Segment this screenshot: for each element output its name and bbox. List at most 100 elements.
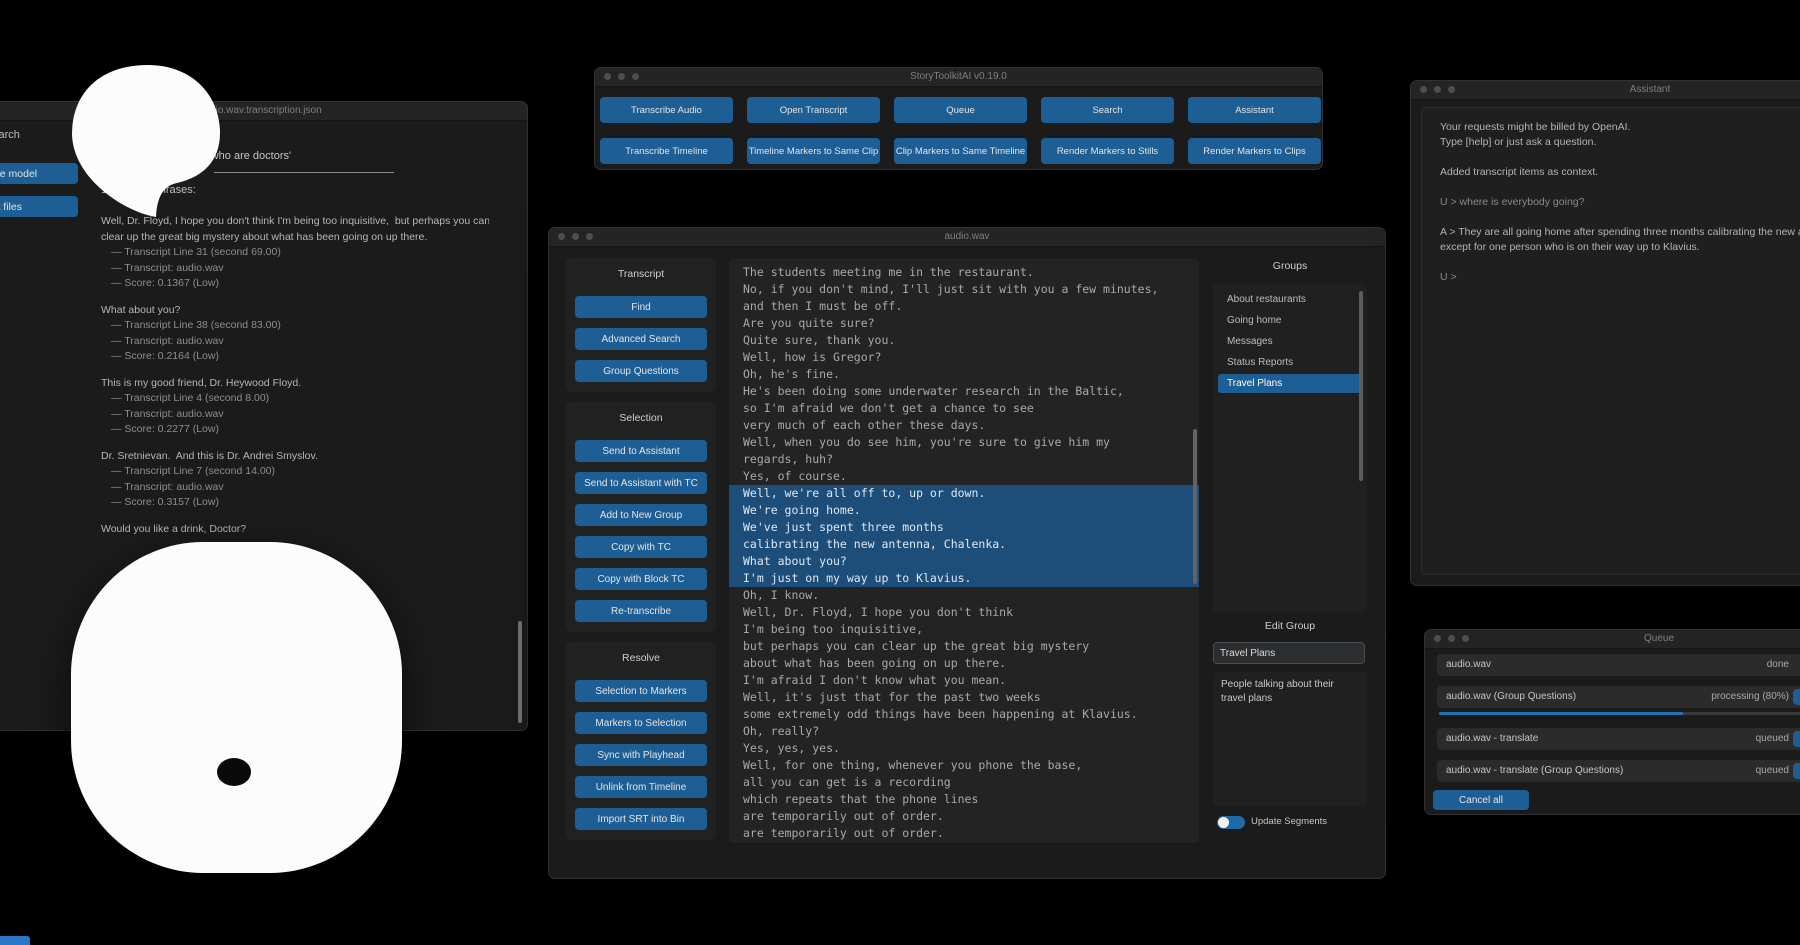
search-scrollbar[interactable]: [518, 621, 522, 723]
launcher-button[interactable]: Render Markers to Clips: [1188, 138, 1321, 164]
search-result-line: — Transcript Line 31 (second 69.00): [101, 245, 489, 261]
launcher-button[interactable]: Timeline Markers to Same Clip: [747, 138, 880, 164]
transcript-line[interactable]: Are you quite sure?: [729, 315, 1199, 332]
cancel-all-button[interactable]: Cancel all: [1433, 790, 1529, 810]
cancel-task-button[interactable]: x: [1793, 689, 1800, 705]
launcher-button[interactable]: Transcribe Audio: [600, 97, 733, 123]
search-input[interactable]: [214, 172, 394, 173]
transcript-line[interactable]: so I'm afraid we don't get a chance to s…: [729, 400, 1199, 417]
transcript-line[interactable]: No, if you don't mind, I'll just sit wit…: [729, 281, 1199, 298]
transcript-line[interactable]: about what has been going on up there.: [729, 655, 1199, 672]
panel-button[interactable]: Send to Assistant with TC: [575, 472, 707, 494]
transcript-line[interactable]: He's been doing some underwater research…: [729, 383, 1199, 400]
transcript-line[interactable]: very much of each other these days.: [729, 417, 1199, 434]
assistant-titlebar[interactable]: Assistant: [1411, 81, 1800, 100]
transcript-line[interactable]: Yes, yes, yes.: [729, 740, 1199, 757]
transcript-line[interactable]: Well, Dr. Floyd, I hope you don't think: [729, 604, 1199, 621]
launcher-button[interactable]: Assistant: [1188, 97, 1321, 123]
group-name-input[interactable]: [1213, 642, 1365, 664]
transcript-line[interactable]: Oh, I know.: [729, 587, 1199, 604]
transcript-text-area[interactable]: The students meeting me in the restauran…: [729, 259, 1199, 843]
launcher-titlebar[interactable]: StoryToolkitAI v0.19.0: [595, 68, 1322, 87]
group-list-item[interactable]: Going home: [1218, 311, 1362, 330]
transcript-line[interactable]: We're going home.: [729, 502, 1199, 519]
transcript-line[interactable]: I'm just on my way up to Klavius.: [729, 570, 1199, 587]
transcript-line[interactable]: I'm being too inquisitive,: [729, 621, 1199, 638]
search-result-line: [101, 365, 489, 376]
progress-bar-fill: [1439, 712, 1683, 715]
groups-scrollbar[interactable]: [1359, 291, 1363, 481]
transcript-scrollbar[interactable]: [1193, 429, 1197, 584]
panel-button[interactable]: Find: [575, 296, 707, 318]
search-result-line: — Transcript Line 4 (second 8.00): [101, 391, 489, 407]
transcript-line[interactable]: I'm afraid I don't know what you mean.: [729, 672, 1199, 689]
transcript-line[interactable]: Well, for one thing, whenever you phone …: [729, 757, 1199, 774]
panel-button[interactable]: Copy with TC: [575, 536, 707, 558]
cancel-task-button[interactable]: x: [1793, 731, 1800, 747]
launcher-button[interactable]: Queue: [894, 97, 1027, 123]
transcript-line[interactable]: are temporarily out of order.: [729, 825, 1199, 842]
panel-button[interactable]: Unlink from Timeline: [575, 776, 707, 798]
search-result-line: Dr. Sretnievan. And this is Dr. Andrei S…: [101, 449, 489, 465]
transcript-line[interactable]: Yes, of course.: [729, 468, 1199, 485]
group-list-item[interactable]: Travel Plans: [1218, 374, 1362, 393]
panel-button[interactable]: Import SRT into Bin: [575, 808, 707, 830]
transcript-line[interactable]: What about you?: [729, 553, 1199, 570]
transcript-line[interactable]: regards, huh?: [729, 451, 1199, 468]
group-notes-textarea[interactable]: People talking about their travel plans: [1213, 672, 1367, 806]
transcript-line[interactable]: which repeats that the phone lines: [729, 791, 1199, 808]
launcher-button[interactable]: Open Transcript: [747, 97, 880, 123]
panel-button[interactable]: Send to Assistant: [575, 440, 707, 462]
search-result-line: — Score: 0.2277 (Low): [101, 422, 489, 438]
cancel-task-button[interactable]: x: [1793, 763, 1800, 779]
panel-button[interactable]: Copy with Block TC: [575, 568, 707, 590]
launcher-window: StoryToolkitAI v0.19.0 Transcribe Audio O…: [594, 67, 1323, 170]
queue-task-name: audio.wav - translate: [1446, 728, 1538, 750]
transcript-line[interactable]: Well, when you do see him, you're sure t…: [729, 434, 1199, 451]
launcher-button[interactable]: Render Markers to Stills: [1041, 138, 1174, 164]
transcript-line[interactable]: Well, it's just that for the past two we…: [729, 689, 1199, 706]
transcript-line[interactable]: Well, how is Gregor?: [729, 349, 1199, 366]
update-segments-toggle[interactable]: [1217, 816, 1245, 829]
groups-header: Groups: [1213, 260, 1367, 272]
launcher-button[interactable]: Transcribe Timeline: [600, 138, 733, 164]
panel-button[interactable]: Markers to Selection: [575, 712, 707, 734]
transcript-line[interactable]: Oh, really?: [729, 723, 1199, 740]
search-sidebar-label: Search: [0, 129, 20, 141]
transcript-line[interactable]: Quite sure, thank you.: [729, 332, 1199, 349]
panel-button[interactable]: Group Questions: [575, 360, 707, 382]
transcript-line[interactable]: and then I must be off.: [729, 298, 1199, 315]
group-list-item[interactable]: Messages: [1218, 332, 1362, 351]
panel-button[interactable]: Re-transcribe: [575, 600, 707, 622]
panel-button[interactable]: Selection to Markers: [575, 680, 707, 702]
search-result-list: Well, Dr. Floyd, I hope you don't think …: [101, 214, 489, 537]
change-model-button[interactable]: Change model: [0, 163, 78, 184]
transcript-line[interactable]: Well, we're all off to, up or down.: [729, 485, 1199, 502]
transcript-line[interactable]: are temporarily out of order.: [729, 808, 1199, 825]
queue-task-row: audio.wav - translate queued x: [1437, 728, 1800, 750]
panel-section-buttons: Find Advanced Search Group Questions: [575, 296, 707, 382]
group-list-item[interactable]: About restaurants: [1218, 290, 1362, 309]
panel-button[interactable]: Advanced Search: [575, 328, 707, 350]
panel-section-title: Resolve: [575, 650, 707, 666]
transcription-titlebar[interactable]: audio.wav: [549, 228, 1385, 247]
transcript-line[interactable]: Oh, he's fine.: [729, 366, 1199, 383]
search-result-line: [101, 438, 489, 449]
queue-task-status: processing (80%): [1711, 686, 1789, 708]
panel-section-buttons: Selection to Markers Markers to Selection…: [575, 680, 707, 830]
launcher-button[interactable]: Clip Markers to Same Timeline: [894, 138, 1027, 164]
transcript-line[interactable]: calibrating the new antenna, Chalenka.: [729, 536, 1199, 553]
panel-button[interactable]: Add to New Group: [575, 504, 707, 526]
transcript-line[interactable]: some extremely odd things have been happ…: [729, 706, 1199, 723]
transcript-line[interactable]: but perhaps you can clear up the great b…: [729, 638, 1199, 655]
transcript-line[interactable]: The students meeting me in the restauran…: [729, 264, 1199, 281]
list-files-button[interactable]: List files: [0, 196, 78, 217]
launcher-button[interactable]: Search: [1041, 97, 1174, 123]
transcript-line[interactable]: We've just spent three months: [729, 519, 1199, 536]
assistant-window: Assistant Your requests might be billed …: [1410, 80, 1800, 586]
assistant-chat-area[interactable]: Your requests might be billed by OpenAI.…: [1421, 107, 1800, 575]
transcript-line[interactable]: all you can get is a recording: [729, 774, 1199, 791]
queue-titlebar[interactable]: Queue: [1425, 630, 1800, 649]
panel-button[interactable]: Sync with Playhead: [575, 744, 707, 766]
group-list-item[interactable]: Status Reports: [1218, 353, 1362, 372]
